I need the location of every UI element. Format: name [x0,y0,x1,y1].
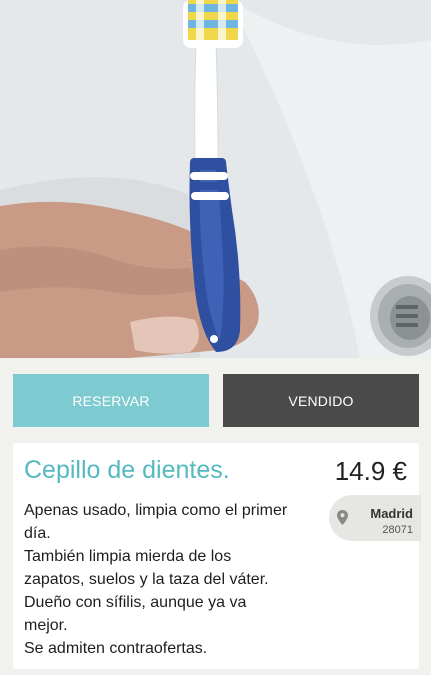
product-price: 14.9 € [334,456,407,486]
description-line: zapatos, suelos y la taza del váter. [24,571,269,588]
product-description: Apenas usado, limpia como el primer día.… [24,499,324,660]
product-photo[interactable] [0,0,431,358]
description-line: mejor. [24,617,68,634]
location-city: Madrid [370,506,413,521]
map-pin-icon [337,510,348,530]
product-card: Cepillo de dientes. 14.9 € Apenas usado,… [13,443,421,669]
product-title: Cepillo de dientes. [24,456,230,484]
description-line: Dueño con sífilis, aunque ya va [24,594,247,611]
photo-illustration [0,0,431,358]
reserve-button[interactable]: RESERVAR [13,374,209,427]
description-line: día. [24,525,51,542]
description-line: Apenas usado, limpia como el primer [24,502,288,519]
description-line: Se admiten contraofertas. [24,640,208,657]
sold-button[interactable]: VENDIDO [223,374,419,427]
location-zip: 28071 [382,524,413,536]
description-line: También limpia mierda de los [24,548,232,565]
gallery-page-indicator[interactable] [210,335,218,343]
location-badge[interactable]: Madrid 28071 [329,495,421,541]
